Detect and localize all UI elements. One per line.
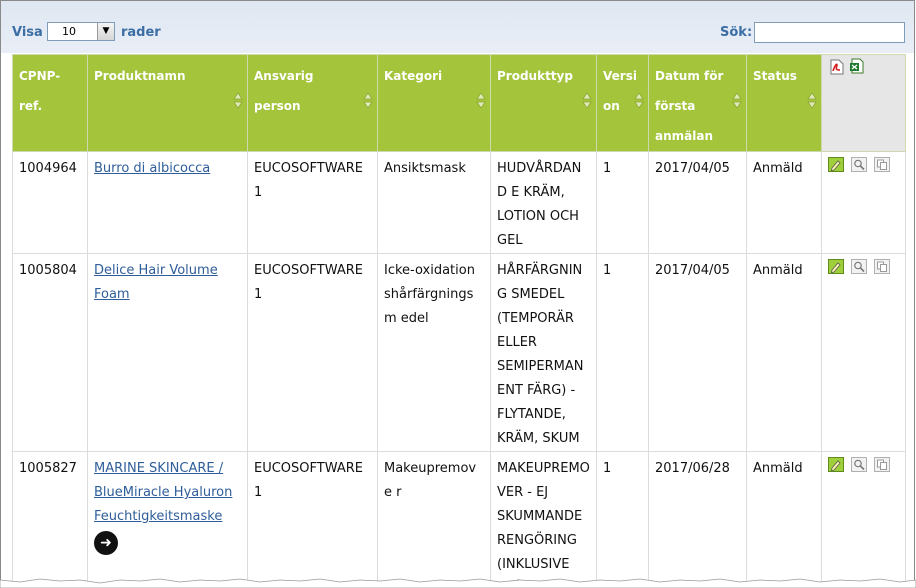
export-arrow-icon[interactable]: ➜	[94, 531, 118, 555]
cell-person: EUCOSOFTWARE 1	[247, 253, 378, 452]
cell-status: Anmäld	[746, 151, 822, 254]
edit-icon[interactable]	[828, 157, 844, 172]
product-link[interactable]: MARINE SKINCARE / BlueMiracle Hyaluron F…	[94, 461, 232, 524]
view-icon[interactable]	[851, 259, 868, 274]
sort-icon[interactable]	[634, 92, 644, 109]
cell-date: 2017/06/28	[648, 451, 747, 585]
cell-category: Makeupremove r	[377, 451, 491, 585]
product-link[interactable]: Delice Hair Volume Foam	[94, 263, 218, 302]
copy-icon[interactable]	[874, 157, 891, 172]
cell-product: Burro di albicocca	[87, 151, 248, 254]
cell-type: HÅRFÄRGNING SMEDEL (TEMPORÄR ELLER SEMIP…	[490, 253, 597, 452]
sort-icon[interactable]	[807, 92, 817, 109]
length-label-prefix: Visa	[12, 25, 43, 40]
column-header-category[interactable]: Kategori	[377, 54, 491, 152]
cell-type: MAKEUPREMO VER - EJ SKUMMANDE RENGÖRING …	[490, 451, 597, 585]
copy-icon[interactable]	[874, 457, 891, 472]
sort-icon[interactable]	[582, 92, 592, 109]
column-header-status[interactable]: Status	[746, 54, 822, 152]
table-row: 1005804 Delice Hair Volume Foam EUCOSOFT…	[12, 253, 906, 452]
torn-edge	[0, 578, 916, 588]
search-input[interactable]	[754, 22, 905, 43]
cell-type: HUDVÅRDAND E KRÄM, LOTION OCH GEL	[490, 151, 597, 254]
column-header-product-type[interactable]: Produkttyp	[490, 54, 597, 152]
column-header-responsible-person[interactable]: Ansvarig person	[247, 54, 378, 152]
column-header-product-name[interactable]: Produktnamn	[87, 54, 248, 152]
edit-icon[interactable]	[828, 457, 844, 472]
rows-per-page-select[interactable]: 10 ▼	[47, 22, 115, 41]
cell-version: 1	[596, 151, 649, 254]
cell-person: EUCOSOFTWARE 1	[247, 151, 378, 254]
products-table: CPNP-ref. Produktnamn Ansvarig person Ka…	[12, 54, 906, 585]
cell-person: EUCOSOFTWARE 1	[247, 451, 378, 585]
cell-status: Anmäld	[746, 451, 822, 585]
header-row: CPNP-ref. Produktnamn Ansvarig person Ka…	[12, 54, 906, 152]
copy-icon[interactable]	[874, 259, 891, 274]
column-header-version[interactable]: Versi on	[596, 54, 649, 152]
table-row: 1004964 Burro di albicocca EUCOSOFTWARE …	[12, 151, 906, 254]
cell-status: Anmäld	[746, 253, 822, 452]
search-label: Sök:	[720, 25, 753, 40]
excel-export-icon[interactable]	[849, 58, 865, 74]
column-header-first-notification-date[interactable]: Datum för första anmälan	[648, 54, 747, 152]
dropdown-arrow-icon[interactable]: ▼	[97, 23, 114, 40]
cell-category: Icke-oxidation shårfärgningsm edel	[377, 253, 491, 452]
cell-actions	[821, 451, 906, 585]
product-link[interactable]: Burro di albicocca	[94, 161, 210, 176]
sort-icon[interactable]	[732, 92, 742, 109]
cell-category: Ansiktsmask	[377, 151, 491, 254]
column-header-cpnp[interactable]: CPNP-ref.	[12, 54, 88, 152]
cell-actions	[821, 151, 906, 254]
cell-cpnp: 1005827	[12, 451, 88, 585]
product-list-panel: Visa 10 ▼ rader Sök: CPNP-ref. Produktna…	[0, 0, 915, 585]
edit-icon[interactable]	[828, 259, 844, 274]
pdf-export-icon[interactable]	[829, 59, 845, 75]
export-actions-header	[821, 54, 906, 152]
cell-product: MARINE SKINCARE / BlueMiracle Hyaluron F…	[87, 451, 248, 585]
rows-per-page-value: 10	[62, 25, 76, 38]
cell-date: 2017/04/05	[648, 151, 747, 254]
view-icon[interactable]	[851, 157, 868, 172]
sort-icon[interactable]	[476, 92, 486, 109]
cell-cpnp: 1005804	[12, 253, 88, 452]
cell-actions	[821, 253, 906, 452]
table-row: 1005827 MARINE SKINCARE / BlueMiracle Hy…	[12, 451, 906, 585]
cell-product: Delice Hair Volume Foam	[87, 253, 248, 452]
sort-icon[interactable]	[233, 92, 243, 109]
view-icon[interactable]	[851, 457, 868, 472]
sort-icon[interactable]	[363, 92, 373, 109]
cell-version: 1	[596, 253, 649, 452]
cell-version: 1	[596, 451, 649, 585]
cell-cpnp: 1004964	[12, 151, 88, 254]
cell-date: 2017/04/05	[648, 253, 747, 452]
length-label-suffix: rader	[121, 25, 161, 40]
